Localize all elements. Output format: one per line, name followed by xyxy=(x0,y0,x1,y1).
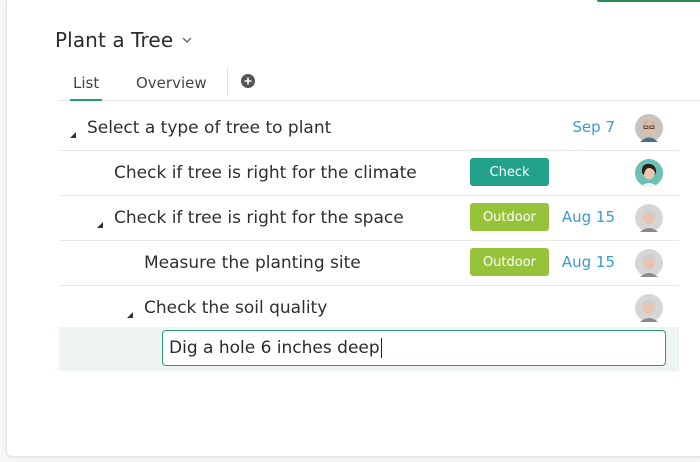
top-accent-bar xyxy=(597,0,700,2)
task-row[interactable]: Check if tree is right for the climate C… xyxy=(59,151,679,196)
project-header: Plant a Tree xyxy=(55,26,193,54)
tag-badge[interactable]: Check xyxy=(470,158,549,186)
project-title[interactable]: Plant a Tree xyxy=(55,28,173,52)
due-date[interactable]: Aug 15 xyxy=(562,253,615,271)
chevron-down-icon[interactable] xyxy=(181,34,193,46)
tag-badge[interactable]: Outdoor xyxy=(470,203,549,231)
tab-list[interactable]: List xyxy=(69,74,103,101)
task-row[interactable]: Select a type of tree to plant Sep 7 xyxy=(59,106,679,151)
avatar[interactable] xyxy=(635,294,663,322)
collapse-triangle-icon[interactable] xyxy=(96,214,104,228)
avatar[interactable] xyxy=(635,114,663,142)
text-caret xyxy=(380,338,382,358)
collapse-triangle-icon[interactable] xyxy=(126,304,134,318)
project-card: Plant a Tree List Overview Select a type… xyxy=(6,0,700,457)
due-date[interactable]: Aug 15 xyxy=(562,208,615,226)
due-date[interactable]: Sep 7 xyxy=(572,118,615,136)
add-tab-icon[interactable] xyxy=(241,74,255,88)
collapse-triangle-icon[interactable] xyxy=(69,124,77,138)
avatar[interactable] xyxy=(635,159,663,187)
avatar[interactable] xyxy=(635,204,663,232)
task-name[interactable]: Check the soil quality xyxy=(144,298,327,318)
task-name-input[interactable]: Dig a hole 6 inches deep xyxy=(162,330,666,366)
view-tabs: List Overview xyxy=(59,68,700,101)
task-row[interactable]: Check the soil quality xyxy=(59,286,679,331)
avatar[interactable] xyxy=(635,249,663,277)
task-row[interactable]: Measure the planting site Outdoor Aug 15 xyxy=(59,241,679,286)
task-list: Select a type of tree to plant Sep 7 Che… xyxy=(59,106,679,331)
task-row-editing[interactable]: Dig a hole 6 inches deep xyxy=(59,327,679,371)
tab-divider xyxy=(227,68,228,96)
task-name[interactable]: Check if tree is right for the climate xyxy=(114,163,417,183)
task-name[interactable]: Check if tree is right for the space xyxy=(114,208,404,228)
task-row[interactable]: Check if tree is right for the space Out… xyxy=(59,196,679,241)
task-name[interactable]: Select a type of tree to plant xyxy=(87,118,331,138)
tab-overview[interactable]: Overview xyxy=(136,74,207,100)
task-name-input-value: Dig a hole 6 inches deep xyxy=(169,338,380,358)
task-name[interactable]: Measure the planting site xyxy=(144,253,361,273)
tag-badge[interactable]: Outdoor xyxy=(470,248,549,276)
